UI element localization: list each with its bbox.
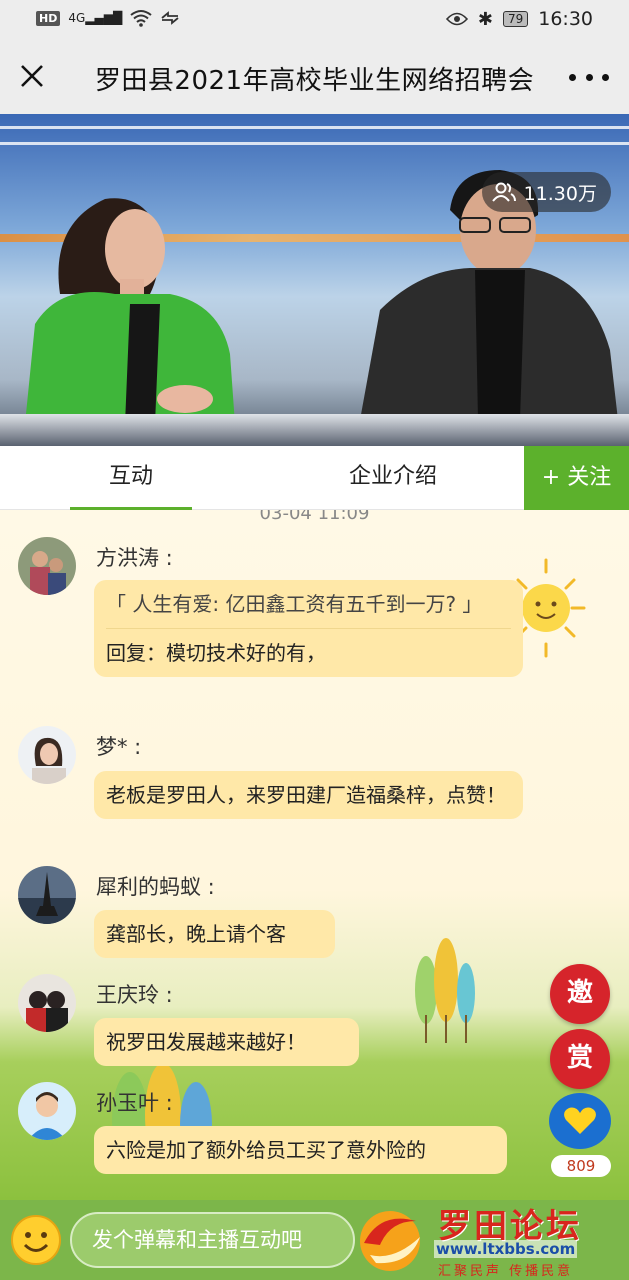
avatar[interactable]	[18, 866, 76, 924]
site-watermark: 罗田论坛 www.ltxbbs.com 汇聚民声 传播民意	[350, 1203, 626, 1279]
nickname: 方洪涛 :	[96, 546, 173, 570]
avatar[interactable]	[18, 537, 76, 595]
status-bar: HD 4G▂▄▆█ ✱ 79 16:30	[0, 0, 629, 40]
hd-badge: HD	[36, 10, 61, 26]
avatar-photo-icon	[18, 726, 76, 784]
heart-icon	[564, 1107, 596, 1134]
invite-button[interactable]: 邀	[550, 964, 610, 1024]
page-title: 罗田县2021年高校毕业生网络招聘会	[94, 66, 535, 96]
nickname: 孙玉叶 :	[96, 1091, 173, 1115]
more-dot	[585, 73, 593, 81]
tab-company-intro[interactable]: 企业介绍	[330, 446, 456, 510]
viewer-count-badge: 11.30万	[481, 172, 611, 212]
avatar[interactable]	[18, 974, 76, 1032]
close-icon	[21, 65, 43, 87]
avatar[interactable]	[18, 1082, 76, 1140]
users-icon	[491, 182, 516, 202]
more-dot	[602, 73, 609, 81]
avatar[interactable]	[18, 726, 76, 784]
reward-button[interactable]: 赏	[550, 1029, 610, 1089]
avatar-photo-icon	[18, 974, 76, 1032]
avatar-photo-icon	[18, 866, 76, 924]
trees-decoration	[415, 938, 475, 1043]
data-saver-icon	[161, 11, 179, 25]
watermark-url: www.ltxbbs.com	[434, 1240, 578, 1258]
like-button[interactable]	[549, 1093, 611, 1149]
default-avatar-icon	[18, 1082, 76, 1140]
follow-button[interactable]: + 关注	[524, 446, 629, 510]
message-bubble: 老板是罗田人，来罗田建厂造福桑梓，点赞！	[94, 771, 523, 819]
forum-logo-icon	[360, 1211, 420, 1271]
bluetooth-icon: ✱	[477, 8, 493, 30]
message-bubble: 龚部长，晚上请个客	[94, 910, 335, 958]
viewer-count: 11.30万	[523, 182, 597, 205]
smiley-icon	[11, 1215, 61, 1265]
message-bubble: 「 人生有爱: 亿田鑫工资有五千到一万? 」 回复：模切技术好的有，	[94, 580, 523, 677]
bottom-input-bar: 发个弹幕和主播互动吧 罗田论坛 www.ltxbbs.com 汇聚民声 传播民意	[0, 1200, 629, 1280]
message-text: 祝罗田发展越来越好！	[106, 1030, 306, 1054]
watermark-slogan: 汇聚民声 传播民意	[438, 1264, 574, 1279]
emoji-button[interactable]	[10, 1214, 62, 1266]
host-woman-figure	[25, 198, 235, 424]
clock: 16:30	[538, 8, 593, 30]
more-options-button[interactable]	[569, 62, 609, 92]
message-text: 老板是罗田人，来罗田建厂造福桑梓，点赞！	[106, 783, 506, 807]
tab-chat[interactable]: 互动	[70, 446, 192, 510]
like-count: 809	[551, 1155, 611, 1177]
nickname: 梦* :	[96, 735, 142, 759]
wifi-icon	[130, 10, 152, 27]
video-bg-stripe	[0, 126, 629, 129]
danmaku-input[interactable]: 发个弹幕和主播互动吧	[70, 1212, 355, 1268]
eye-icon	[445, 12, 468, 26]
signal-icon: 4G▂▄▆█	[68, 11, 123, 25]
close-button[interactable]	[14, 58, 50, 94]
message-text: 六险是加了额外给员工买了意外险的	[106, 1138, 426, 1162]
avatar-photo-icon	[18, 537, 76, 595]
chat-timestamp: 03-04 11:09	[259, 510, 370, 524]
title-bar: 罗田县2021年高校毕业生网络招聘会	[0, 40, 629, 114]
message-text: 回复：模切技术好的有，	[106, 641, 326, 665]
quoted-message: 「 人生有爱: 亿田鑫工资有五千到一万? 」	[106, 588, 511, 629]
nickname: 犀利的蚂蚁 :	[96, 875, 215, 899]
tab-bar: 互动 企业介绍 + 关注	[0, 446, 629, 510]
studio-desk	[0, 414, 629, 446]
battery-icon: 79	[502, 11, 529, 27]
message-text: 龚部长，晚上请个客	[106, 922, 286, 946]
message-bubble: 祝罗田发展越来越好！	[94, 1018, 359, 1066]
chat-area[interactable]: 03-04 11:09 方洪涛 : 「 人生有爱: 亿田鑫工资有五千到一万? 」…	[0, 510, 629, 1200]
message-bubble: 六险是加了额外给员工买了意外险的	[94, 1126, 507, 1174]
nickname: 王庆玲 :	[96, 983, 173, 1007]
live-video-player[interactable]: 11.30万	[0, 114, 629, 446]
video-bg-stripe	[0, 142, 629, 145]
more-dot	[569, 73, 576, 81]
